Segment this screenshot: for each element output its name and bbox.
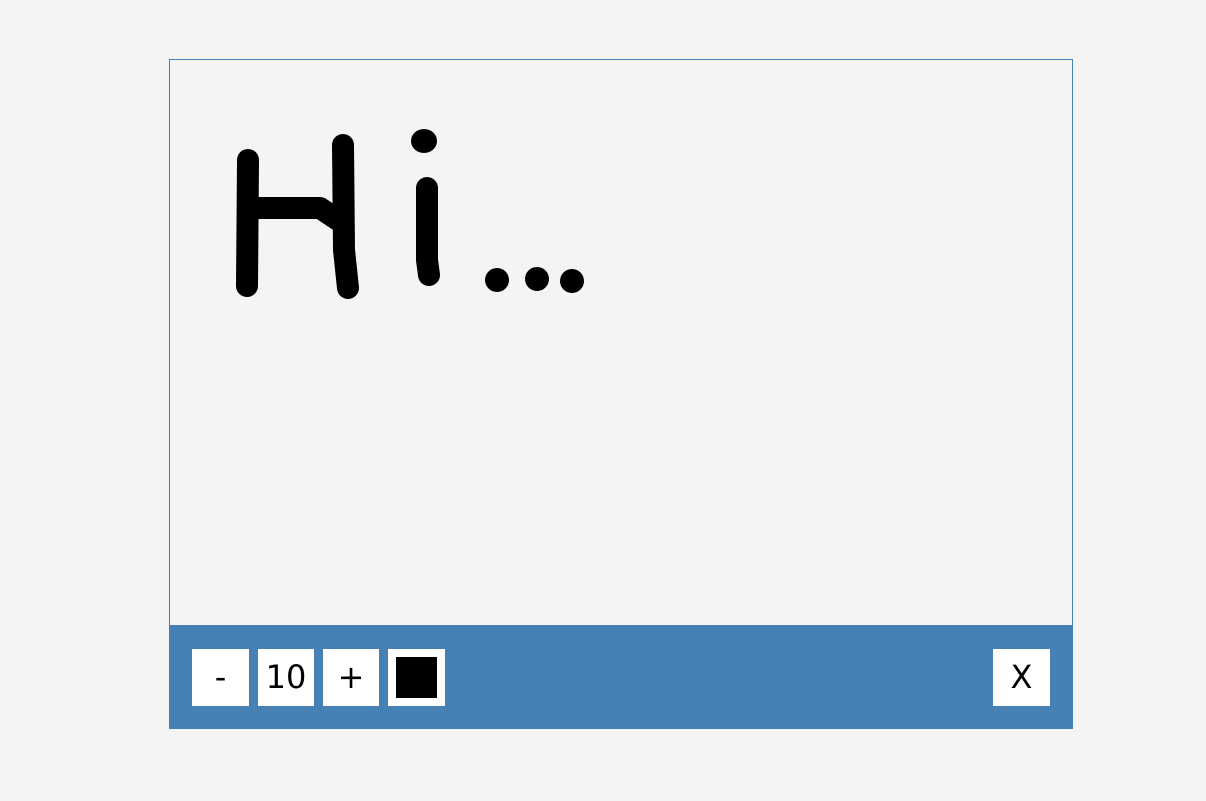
decrease-size-button[interactable]: - — [192, 649, 249, 706]
close-button[interactable]: X — [993, 649, 1050, 706]
drawing-canvas[interactable] — [170, 60, 1072, 625]
stroke-h-bar — [239, 197, 349, 231]
brush-toolbar: - 10 + X — [170, 625, 1072, 728]
color-swatch — [396, 657, 437, 698]
color-picker-button[interactable] — [388, 649, 445, 706]
ellipsis-dot-3 — [560, 269, 584, 293]
ellipsis-dot-2 — [525, 267, 549, 291]
handwriting-hi — [236, 129, 584, 299]
stroke-h-left — [236, 149, 259, 297]
drawing-window: - 10 + X — [169, 59, 1073, 729]
ellipsis-dot-1 — [485, 268, 509, 292]
stroke-i-dot — [411, 129, 437, 153]
brush-size-display: 10 — [258, 649, 314, 706]
stroke-i-stem — [416, 177, 440, 286]
increase-size-button[interactable]: + — [323, 649, 379, 706]
